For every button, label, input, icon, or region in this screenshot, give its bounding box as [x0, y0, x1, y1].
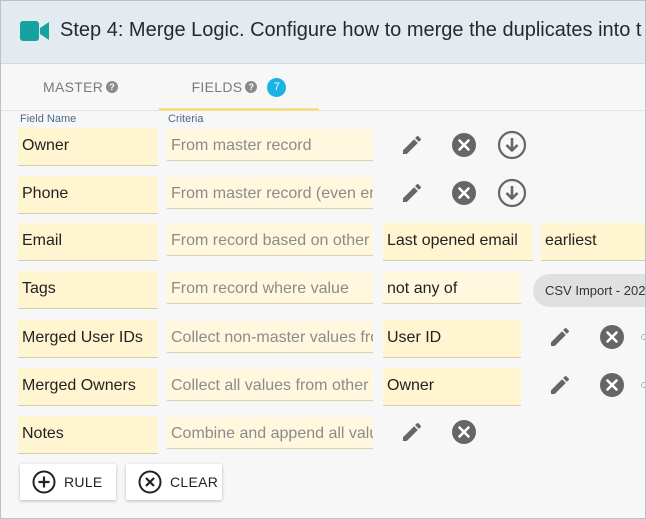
tab-fields[interactable]: FIELDS ? 7: [159, 64, 319, 111]
clear-button[interactable]: CLEAR: [126, 464, 222, 500]
remove-icon[interactable]: [597, 322, 627, 352]
pencil-icon[interactable]: [545, 322, 575, 352]
help-icon[interactable]: ?: [245, 81, 258, 93]
criteria-select[interactable]: Collect non-master values from: [167, 321, 373, 353]
column-header-field-name: Field Name: [20, 113, 77, 125]
tab-fields-label: FIELDS: [191, 79, 243, 95]
operator-select[interactable]: not any of: [383, 272, 521, 304]
field-name-input[interactable]: Email: [18, 223, 158, 261]
tag-chip[interactable]: CSV Import - 2023: [533, 274, 645, 307]
arrow-down-circle-icon[interactable]: [497, 130, 527, 160]
active-tab-indicator: [159, 108, 319, 111]
pencil-icon[interactable]: [397, 130, 427, 160]
step-header: Step 4: Merge Logic. Configure how to me…: [1, 1, 645, 64]
pencil-icon[interactable]: [397, 417, 427, 447]
tab-master-label: MASTER: [43, 79, 104, 95]
column-header-criteria: Criteria: [168, 113, 204, 125]
criteria-select[interactable]: From master record (even empty): [167, 177, 373, 209]
fields-count-badge: 7: [267, 77, 287, 97]
arrow-down-circle-icon[interactable]: [641, 370, 645, 400]
criteria-select[interactable]: From master record: [167, 129, 373, 161]
video-camera-icon: [20, 21, 49, 41]
criteria-select[interactable]: From record based on other field: [167, 224, 373, 256]
field-name-input[interactable]: Merged Owners: [18, 368, 158, 406]
merge-logic-panel: Step 4: Merge Logic. Configure how to me…: [0, 0, 646, 519]
remove-icon[interactable]: [449, 130, 479, 160]
field-name-input[interactable]: Merged User IDs: [18, 320, 158, 358]
field-name-input[interactable]: Phone: [18, 176, 158, 214]
option-field-select[interactable]: User ID: [383, 320, 521, 358]
criteria-select[interactable]: Collect all values from other: [167, 369, 373, 401]
add-rule-button[interactable]: RULE: [20, 464, 116, 500]
remove-icon[interactable]: [597, 370, 627, 400]
add-circle-icon: [32, 470, 56, 494]
criteria-select[interactable]: From record where value: [167, 272, 373, 304]
field-name-input[interactable]: Tags: [18, 271, 158, 309]
tab-bar: MASTER ? FIELDS ? 7: [1, 64, 645, 111]
arrow-down-circle-icon[interactable]: [497, 178, 527, 208]
clear-circle-icon: [138, 470, 162, 494]
add-rule-label: RULE: [64, 474, 103, 490]
option-field-select[interactable]: Last opened email: [383, 223, 533, 261]
criteria-select[interactable]: Combine and append all values: [167, 417, 373, 449]
field-name-input[interactable]: Owner: [18, 128, 158, 166]
tab-master[interactable]: MASTER ?: [43, 64, 119, 110]
pencil-icon[interactable]: [545, 370, 575, 400]
clear-label: CLEAR: [170, 474, 219, 490]
option-field-select[interactable]: Owner: [383, 368, 521, 406]
page-title: Step 4: Merge Logic. Configure how to me…: [60, 19, 642, 41]
help-icon[interactable]: ?: [106, 81, 119, 93]
pencil-icon[interactable]: [397, 178, 427, 208]
arrow-down-circle-icon[interactable]: [641, 322, 645, 352]
option-order-select[interactable]: earliest: [541, 223, 645, 261]
remove-icon[interactable]: [449, 178, 479, 208]
remove-icon[interactable]: [449, 417, 479, 447]
field-name-input[interactable]: Notes: [18, 416, 158, 454]
